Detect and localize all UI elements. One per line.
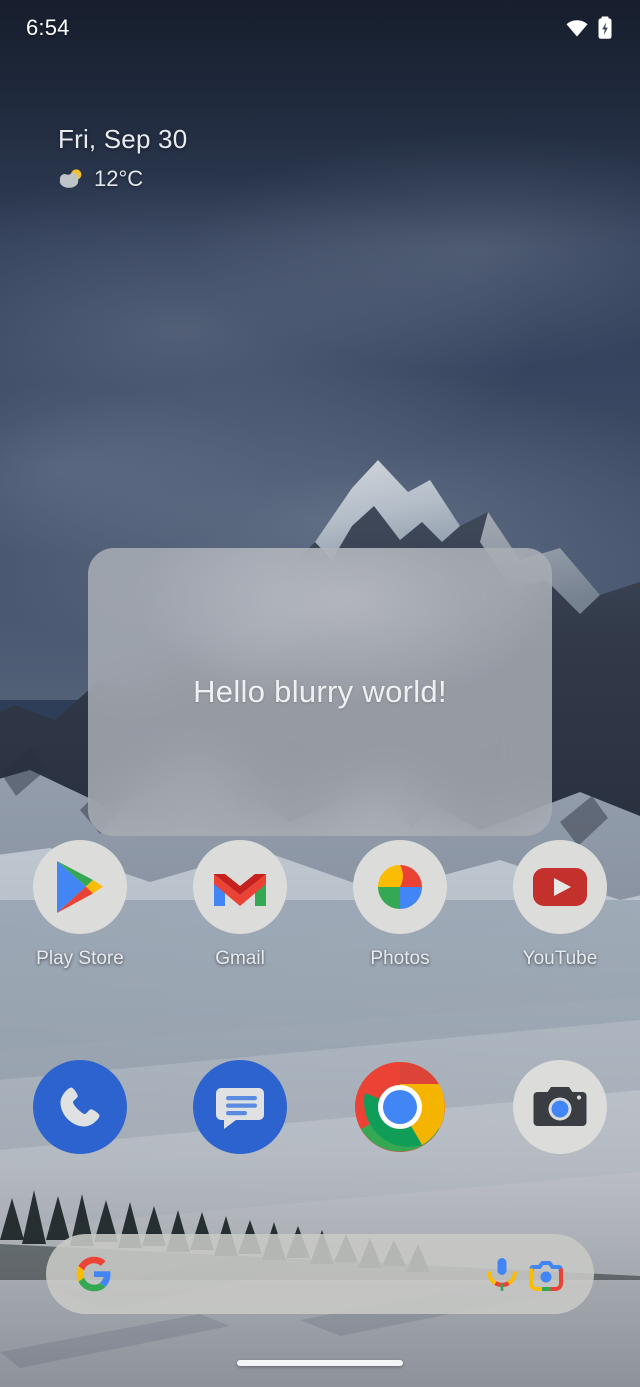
blurry-card-message: Hello blurry world! — [193, 674, 447, 709]
app-item-gmail[interactable]: Gmail — [160, 840, 320, 970]
app-label-gmail: Gmail — [215, 948, 265, 969]
status-icon-group — [565, 16, 614, 40]
dock-row — [0, 1060, 640, 1154]
dock-item-phone[interactable] — [0, 1060, 160, 1154]
smartspace-temperature: 12°C — [94, 166, 144, 191]
google-search-bar[interactable] — [46, 1234, 594, 1314]
chrome-icon[interactable] — [353, 1060, 447, 1154]
youtube-icon[interactable] — [513, 840, 607, 934]
google-g-icon — [72, 1252, 116, 1296]
dock-item-chrome[interactable] — [320, 1060, 480, 1154]
google-lens-icon[interactable] — [524, 1252, 568, 1296]
messages-icon[interactable] — [193, 1060, 287, 1154]
search-input[interactable] — [116, 1234, 480, 1314]
wifi-icon — [566, 20, 588, 37]
battery-charging-icon — [598, 16, 612, 39]
status-clock: 6:54 — [26, 15, 70, 40]
gmail-icon[interactable] — [193, 840, 287, 934]
app-item-youtube[interactable]: YouTube — [480, 840, 640, 970]
camera-icon[interactable] — [513, 1060, 607, 1154]
app-item-photos[interactable]: Photos — [320, 840, 480, 970]
android-home-screen: 6:54 Fri, Sep 30 12°C Hello blurry world… — [0, 0, 640, 1387]
blurry-overlay-card[interactable]: Hello blurry world! — [88, 548, 552, 836]
smartspace-date[interactable]: Fri, Sep 30 — [58, 122, 187, 156]
app-label-photos: Photos — [370, 948, 430, 969]
play-store-icon[interactable] — [33, 840, 127, 934]
app-label-play-store: Play Store — [36, 948, 124, 969]
phone-icon[interactable] — [33, 1060, 127, 1154]
dock-item-camera[interactable] — [480, 1060, 640, 1154]
google-photos-icon[interactable] — [353, 840, 447, 934]
partly-cloudy-icon — [59, 169, 82, 188]
smartspace-weather[interactable]: 12°C — [58, 166, 187, 192]
app-grid-row: Play Store Gmail Photos YouTube — [0, 840, 640, 970]
home-gesture-pill[interactable] — [237, 1360, 403, 1366]
app-item-play-store[interactable]: Play Store — [0, 840, 160, 970]
app-label-youtube: YouTube — [522, 948, 598, 969]
status-bar: 6:54 — [0, 0, 640, 56]
dock-item-messages[interactable] — [160, 1060, 320, 1154]
smartspace-widget[interactable]: Fri, Sep 30 12°C — [58, 122, 187, 192]
microphone-icon[interactable] — [480, 1252, 524, 1296]
